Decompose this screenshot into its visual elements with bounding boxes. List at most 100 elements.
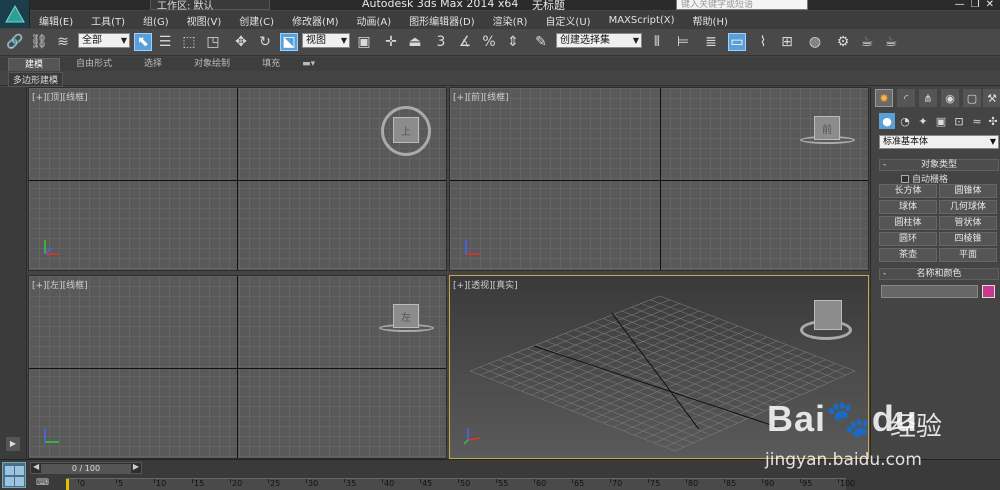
next-frame-icon[interactable]: ▶	[133, 462, 139, 471]
mirror-icon[interactable]: ⫴	[648, 33, 666, 51]
menu-customize[interactable]: 自定义(U)	[536, 13, 599, 28]
workspace-dropdown[interactable]: 工作区: 默认	[150, 0, 270, 10]
name-color-rollout[interactable]: - 名称和颜色	[879, 268, 999, 280]
percent-snap-icon[interactable]: %	[480, 33, 498, 51]
tube-button[interactable]: 管状体	[939, 216, 997, 230]
viewport-top[interactable]: [+][顶][线框] 上	[28, 87, 447, 271]
select-by-name-icon[interactable]: ☰	[156, 33, 174, 51]
menu-modifiers[interactable]: 修改器(M)	[283, 13, 347, 28]
menu-animation[interactable]: 动画(A)	[348, 13, 401, 28]
render-production-icon[interactable]: ☕	[882, 33, 900, 51]
menu-rendering[interactable]: 渲染(R)	[484, 13, 537, 28]
torus-button[interactable]: 圆环	[879, 232, 937, 246]
edit-named-selection-icon[interactable]: ✎	[532, 33, 550, 51]
geometry-icon[interactable]: ●	[879, 113, 895, 129]
menu-views[interactable]: 视图(V)	[178, 13, 231, 28]
menu-maxscript[interactable]: MAXScript(X)	[600, 15, 684, 26]
rendered-frame-icon[interactable]: ☕	[858, 33, 876, 51]
prev-frame-icon[interactable]: ◀	[33, 462, 39, 471]
time-slider-thumb[interactable]: 0 / 100	[41, 464, 131, 473]
search-input[interactable]: 键入关键字或短语	[676, 0, 808, 10]
keyboard-shortcut-icon[interactable]: ⏏	[406, 33, 424, 51]
shapes-icon[interactable]: ◔	[897, 113, 913, 129]
viewport-label-front[interactable]: [+][前][线框]	[453, 90, 509, 103]
systems-icon[interactable]: ✣	[985, 113, 1000, 129]
track-bar[interactable]: 0 5 10 15 20 25 30 35 40 45 50 55 60 65 70 75 80 85 90 95 10…	[66, 478, 855, 490]
named-selection-dropdown[interactable]: 创建选择集 ▼	[556, 33, 642, 48]
ribbon-options-icon[interactable]: ▬▾	[296, 58, 321, 71]
cylinder-button[interactable]: 圆柱体	[879, 216, 937, 230]
viewport-perspective[interactable]: [+][透视][真实]	[449, 275, 869, 459]
pyramid-button[interactable]: 四棱锥	[939, 232, 997, 246]
polygon-modeling-button[interactable]: 多边形建模	[8, 72, 64, 87]
select-object-icon[interactable]: ⬉	[134, 33, 152, 51]
geosphere-button[interactable]: 几何球体	[939, 200, 997, 214]
material-editor-icon[interactable]: ◍	[806, 33, 824, 51]
plane-button[interactable]: 平面	[939, 248, 997, 262]
object-color-swatch[interactable]	[982, 285, 995, 298]
reference-coord-dropdown[interactable]: 视图 ▼	[302, 33, 350, 48]
window-crossing-icon[interactable]: ◳	[204, 33, 222, 51]
menu-help[interactable]: 帮助(H)	[684, 13, 737, 28]
viewport-label-left[interactable]: [+][左][线框]	[32, 278, 88, 291]
object-name-field[interactable]	[881, 285, 978, 298]
create-tab-icon[interactable]: ✸	[875, 89, 893, 107]
tab-populate[interactable]: 填充	[246, 58, 296, 71]
expand-arrow-icon[interactable]: ▶	[6, 437, 20, 451]
modify-tab-icon[interactable]: ◜	[897, 89, 915, 107]
space-warps-icon[interactable]: ≈	[969, 113, 985, 129]
cone-button[interactable]: 圆锥体	[939, 184, 997, 198]
graphite-toggle-icon[interactable]: ▭	[728, 33, 746, 51]
close-icon[interactable]: ✕	[986, 0, 994, 10]
rectangle-selection-icon[interactable]: ⬚	[180, 33, 198, 51]
hierarchy-tab-icon[interactable]: ⋔	[919, 89, 937, 107]
render-setup-icon[interactable]: ⚙	[834, 33, 852, 51]
viewport-label-top[interactable]: [+][顶][线框]	[32, 90, 88, 103]
key-filters-icon[interactable]: ⌨	[36, 478, 50, 489]
tab-object-paint[interactable]: 对象绘制	[178, 58, 246, 71]
cameras-icon[interactable]: ▣	[933, 113, 949, 129]
unlink-icon[interactable]: ⛓	[30, 33, 48, 51]
display-tab-icon[interactable]: ▢	[963, 89, 981, 107]
object-type-rollout[interactable]: - 对象类型	[879, 159, 999, 171]
restore-icon[interactable]: ❐	[971, 0, 980, 10]
app-logo-button[interactable]	[0, 0, 30, 28]
pivot-center-icon[interactable]: ▣	[355, 33, 373, 51]
viewcube[interactable]: 左	[393, 304, 419, 328]
align-icon[interactable]: ⊨	[674, 33, 692, 51]
menu-create[interactable]: 创建(C)	[230, 13, 283, 28]
rotate-icon[interactable]: ↻	[256, 33, 274, 51]
spinner-snap-icon[interactable]: ⇕	[504, 33, 522, 51]
box-button[interactable]: 长方体	[879, 184, 937, 198]
select-manipulate-icon[interactable]: ✛	[382, 33, 400, 51]
schematic-view-icon[interactable]: ⊞	[778, 33, 796, 51]
snaps-toggle-icon[interactable]: 3	[432, 33, 450, 51]
viewcube[interactable]: 上	[393, 117, 419, 143]
viewcube[interactable]	[814, 300, 842, 330]
curve-editor-icon[interactable]: ⌇	[754, 33, 772, 51]
viewport-left[interactable]: [+][左][线框] 左	[28, 275, 447, 459]
motion-tab-icon[interactable]: ◉	[941, 89, 959, 107]
tab-selection[interactable]: 选择	[128, 58, 178, 71]
bind-space-warp-icon[interactable]: ≋	[54, 33, 72, 51]
tab-freeform[interactable]: 自由形式	[60, 58, 128, 71]
minimize-icon[interactable]: —	[955, 0, 965, 10]
selection-filter-dropdown[interactable]: 全部 ▼	[78, 33, 130, 48]
angle-snap-icon[interactable]: ∡	[456, 33, 474, 51]
menu-group[interactable]: 组(G)	[134, 13, 178, 28]
viewport-front[interactable]: [+][前][线框] 前	[449, 87, 869, 271]
link-icon[interactable]: 🔗	[6, 33, 24, 51]
geometry-category-dropdown[interactable]: 标准基本体 ▼	[879, 135, 999, 149]
teapot-button[interactable]: 茶壶	[879, 248, 937, 262]
move-icon[interactable]: ✥	[232, 33, 250, 51]
menu-edit[interactable]: 编辑(E)	[30, 13, 82, 28]
menu-graph-editors[interactable]: 图形编辑器(D)	[400, 13, 484, 28]
tab-modeling[interactable]: 建模	[8, 58, 61, 71]
helpers-icon[interactable]: ⊡	[951, 113, 967, 129]
layer-manager-icon[interactable]: ≣	[702, 33, 720, 51]
viewcube[interactable]: 前	[814, 116, 840, 140]
scale-icon[interactable]: ⬕	[280, 33, 298, 51]
utilities-tab-icon[interactable]: ⚒	[983, 89, 1000, 107]
viewport-layout-icon[interactable]	[2, 462, 26, 488]
sphere-button[interactable]: 球体	[879, 200, 937, 214]
